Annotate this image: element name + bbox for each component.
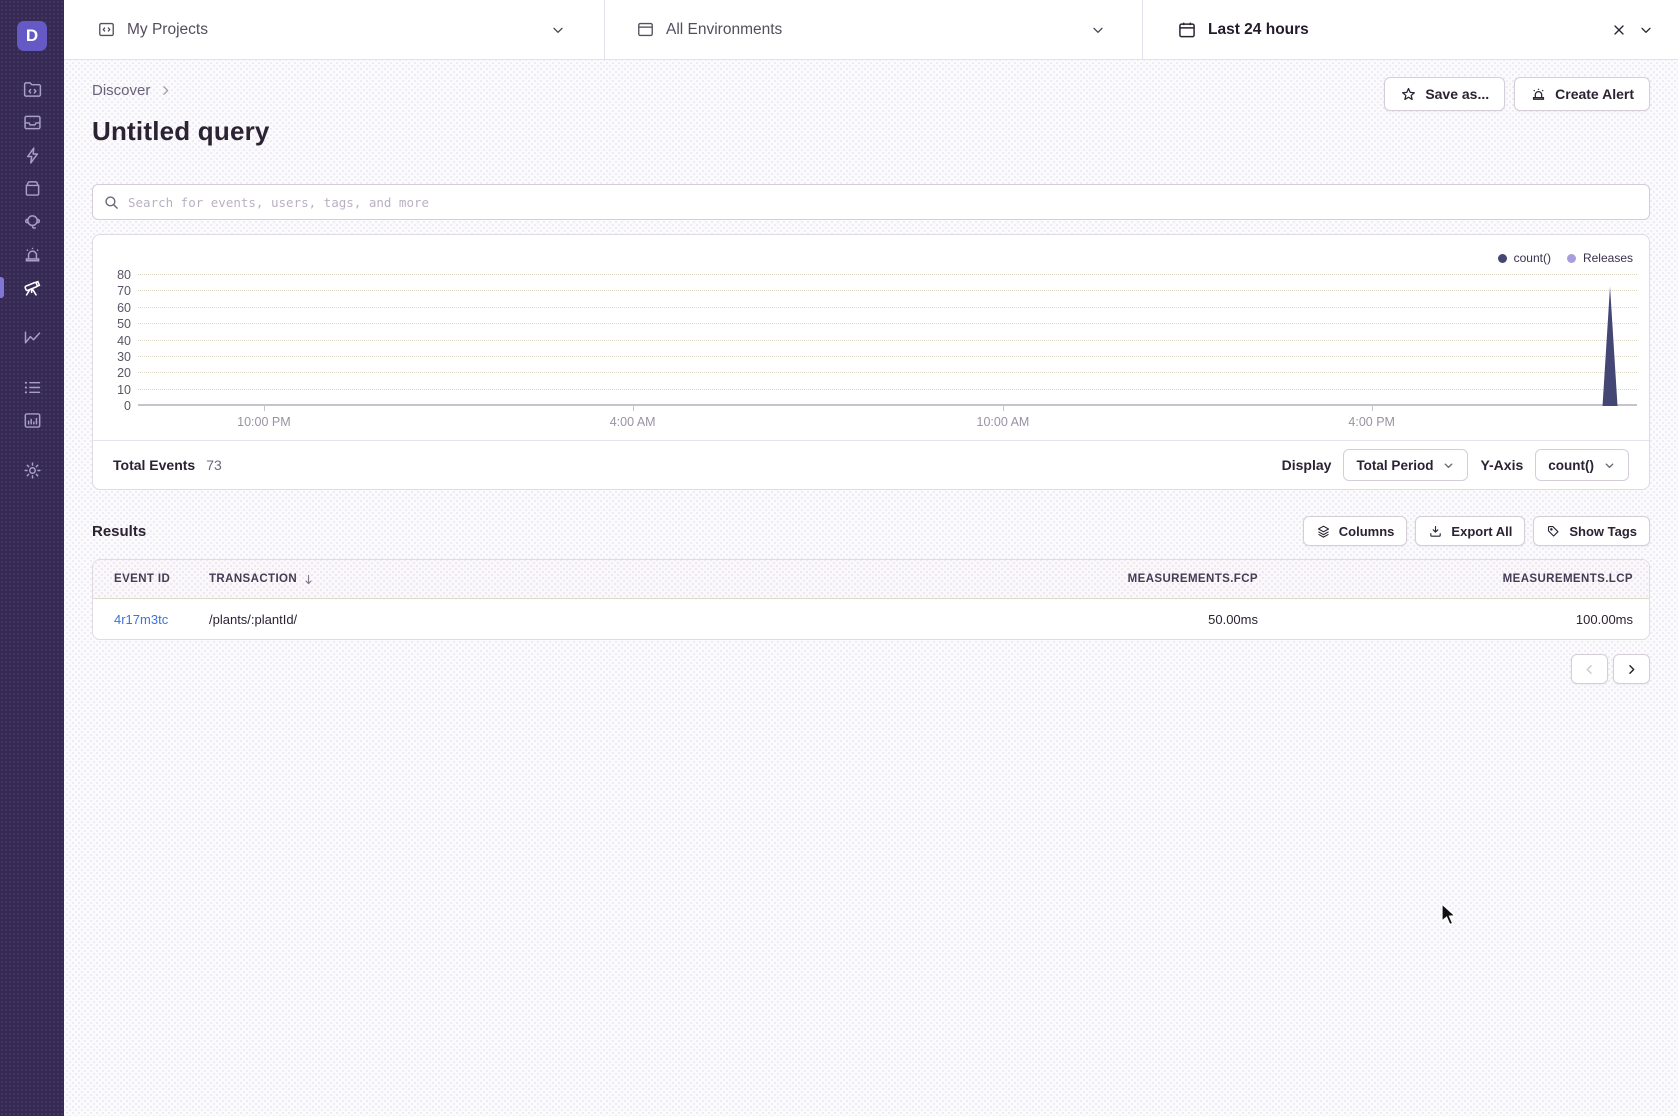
issues-icon bbox=[22, 112, 43, 133]
chevron-down-icon bbox=[1442, 459, 1455, 472]
main-area: My Projects All Environments bbox=[64, 0, 1678, 1116]
top-bar: My Projects All Environments bbox=[64, 0, 1678, 60]
app-window: D bbox=[0, 0, 1678, 1116]
search-bar bbox=[92, 184, 1650, 220]
y-axis-dropdown[interactable]: count() bbox=[1535, 449, 1629, 481]
sidebar-item-activity[interactable] bbox=[0, 404, 64, 437]
active-indicator bbox=[0, 277, 4, 298]
sidebar-item-stats[interactable] bbox=[0, 371, 64, 404]
releases-icon bbox=[22, 178, 43, 199]
sidebar-item-alerts[interactable] bbox=[0, 238, 64, 271]
project-selector-label: My Projects bbox=[127, 21, 208, 39]
event-id-cell: 4r17m3tc bbox=[114, 612, 209, 627]
sidebar-item-issues[interactable] bbox=[0, 106, 64, 139]
lcp-cell: 100.00ms bbox=[1258, 612, 1633, 627]
legend-dot-icon bbox=[1498, 254, 1507, 263]
sidebar-item-user-feedback[interactable] bbox=[0, 205, 64, 238]
breadcrumb-discover[interactable]: Discover bbox=[92, 82, 150, 99]
performance-icon bbox=[22, 145, 43, 166]
sidebar-item-discover[interactable] bbox=[0, 271, 64, 304]
legend-item[interactable]: Releases bbox=[1567, 251, 1633, 265]
search-icon bbox=[103, 194, 120, 211]
sidebar-item-performance[interactable] bbox=[0, 139, 64, 172]
tag-icon bbox=[1546, 524, 1561, 539]
total-events-value: 73 bbox=[206, 457, 222, 473]
column-header-measurements-lcp[interactable]: MEASUREMENTS.LCP bbox=[1258, 573, 1633, 585]
calendar-icon bbox=[1177, 20, 1197, 40]
settings-icon bbox=[22, 460, 43, 481]
alerts-icon bbox=[22, 244, 43, 265]
show-tags-button[interactable]: Show Tags bbox=[1533, 516, 1650, 546]
results-table: EVENT ID TRANSACTION MEASUREMENTS.FCP ME… bbox=[92, 559, 1650, 640]
columns-button[interactable]: Columns bbox=[1303, 516, 1408, 546]
event-id-link[interactable]: 4r17m3tc bbox=[114, 612, 168, 627]
environment-selector-label: All Environments bbox=[666, 21, 782, 39]
next-page-button[interactable] bbox=[1613, 654, 1650, 684]
stats-icon bbox=[22, 377, 43, 398]
discover-icon bbox=[21, 277, 43, 299]
pagination bbox=[92, 654, 1650, 684]
save-as-button[interactable]: Save as... bbox=[1384, 77, 1505, 111]
chevron-down-icon[interactable] bbox=[1638, 22, 1654, 38]
column-header-transaction[interactable]: TRANSACTION bbox=[209, 573, 698, 586]
projects-icon bbox=[97, 20, 116, 39]
chevron-down-icon bbox=[1090, 22, 1106, 38]
date-range-selector[interactable]: Last 24 hours bbox=[1143, 0, 1678, 59]
chevron-down-icon bbox=[550, 22, 566, 38]
dashboards-icon bbox=[22, 327, 43, 348]
chart-panel: count() Releases 01020304050607080 10:00 … bbox=[92, 234, 1650, 490]
download-icon bbox=[1428, 524, 1443, 539]
breadcrumb: Discover bbox=[92, 82, 270, 99]
legend-dot-icon bbox=[1567, 254, 1576, 263]
org-avatar[interactable]: D bbox=[17, 21, 47, 51]
transaction-cell: /plants/:plantId/ bbox=[209, 612, 698, 627]
user-feedback-icon bbox=[22, 211, 43, 232]
fcp-cell: 50.00ms bbox=[698, 612, 1258, 627]
page-title: Untitled query bbox=[92, 116, 270, 147]
previous-page-button[interactable] bbox=[1571, 654, 1608, 684]
sort-descending-icon bbox=[302, 573, 315, 586]
chevron-left-icon bbox=[1582, 662, 1597, 677]
export-all-button[interactable]: Export All bbox=[1415, 516, 1525, 546]
display-dropdown[interactable]: Total Period bbox=[1343, 449, 1468, 481]
sidebar-item-releases[interactable] bbox=[0, 172, 64, 205]
star-icon bbox=[1400, 86, 1417, 103]
sidebar-item-settings[interactable] bbox=[0, 454, 64, 487]
chevron-right-icon bbox=[159, 84, 172, 97]
display-label: Display bbox=[1282, 457, 1332, 473]
layers-icon bbox=[1316, 524, 1331, 539]
legend-item[interactable]: count() bbox=[1498, 251, 1551, 265]
chart-plot[interactable]: 01020304050607080 10:00 PM4:00 AM10:00 A… bbox=[138, 275, 1637, 406]
projects-icon bbox=[22, 79, 43, 100]
sidebar: D bbox=[0, 0, 64, 1116]
results-heading: Results bbox=[92, 523, 146, 540]
clear-date-icon[interactable] bbox=[1611, 22, 1627, 38]
chevron-right-icon bbox=[1624, 662, 1639, 677]
environment-selector[interactable]: All Environments bbox=[605, 0, 1143, 59]
siren-icon bbox=[1530, 86, 1547, 103]
search-input[interactable] bbox=[128, 195, 1639, 210]
chevron-down-icon bbox=[1603, 459, 1616, 472]
table-row[interactable]: 4r17m3tc /plants/:plantId/ 50.00ms 100.0… bbox=[93, 599, 1649, 639]
sidebar-item-dashboards[interactable] bbox=[0, 321, 64, 354]
y-axis-labels: 01020304050607080 bbox=[97, 275, 131, 406]
total-events-label: Total Events bbox=[113, 457, 195, 473]
sidebar-item-projects[interactable] bbox=[0, 73, 64, 106]
chart-series-svg bbox=[138, 275, 1637, 406]
chart-footer: Total Events 73 Display Total Period Y-A… bbox=[93, 440, 1649, 489]
activity-icon bbox=[22, 410, 43, 431]
content: Discover Untitled query bbox=[64, 60, 1678, 1116]
date-range-label: Last 24 hours bbox=[1208, 21, 1309, 39]
create-alert-button[interactable]: Create Alert bbox=[1514, 77, 1650, 111]
y-axis-label: Y-Axis bbox=[1480, 457, 1523, 473]
chart-legend: count() Releases bbox=[93, 235, 1649, 275]
window-icon bbox=[636, 20, 655, 39]
column-header-measurements-fcp[interactable]: MEASUREMENTS.FCP bbox=[698, 573, 1258, 585]
project-selector[interactable]: My Projects bbox=[64, 0, 605, 59]
table-header-row: EVENT ID TRANSACTION MEASUREMENTS.FCP ME… bbox=[93, 560, 1649, 599]
x-axis-labels: 10:00 PM4:00 AM10:00 AM4:00 PM bbox=[138, 406, 1637, 436]
column-header-event-id[interactable]: EVENT ID bbox=[114, 573, 209, 585]
